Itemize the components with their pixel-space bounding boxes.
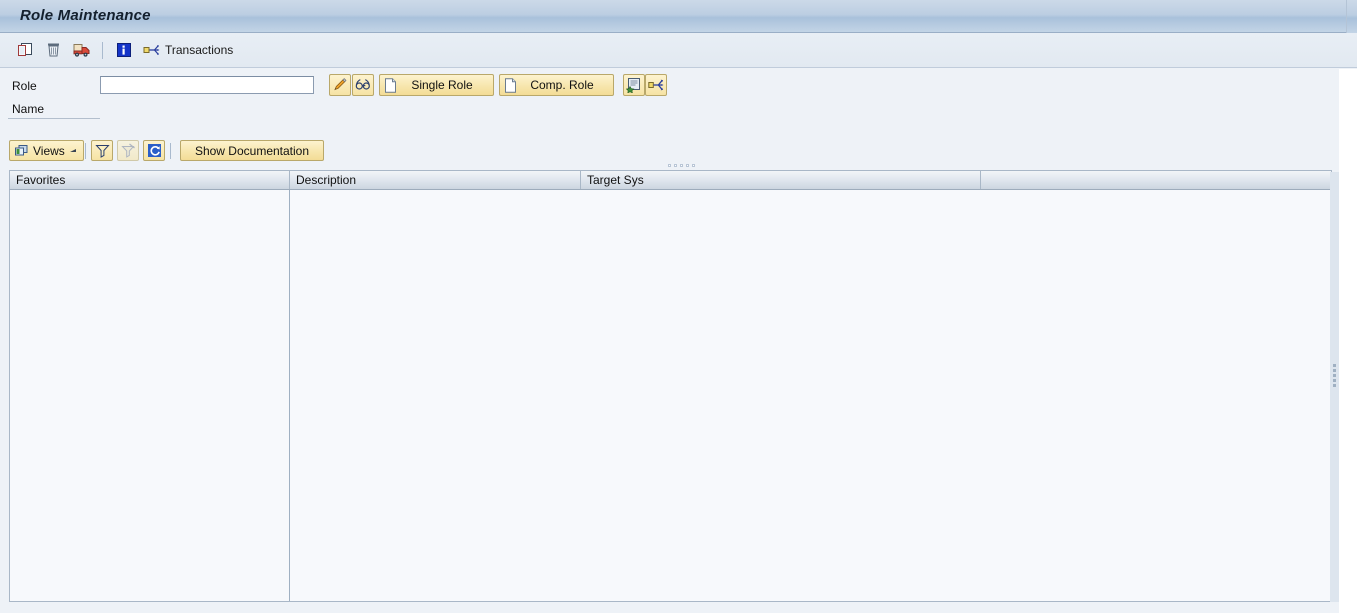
- change-role-button[interactable]: [329, 74, 351, 96]
- name-field-underline: [8, 118, 100, 119]
- name-label: Name: [12, 102, 45, 116]
- grip-dot: [674, 164, 677, 167]
- role-label: Role: [12, 79, 37, 93]
- display-role-button[interactable]: [352, 74, 374, 96]
- info-button[interactable]: [113, 39, 135, 61]
- grip-dot: [686, 164, 689, 167]
- refresh-button[interactable]: [143, 140, 165, 161]
- show-documentation-label: Show Documentation: [194, 143, 310, 158]
- single-role-button[interactable]: Single Role: [379, 74, 494, 96]
- copy-icon: [17, 43, 32, 56]
- main-toolbar: Transactions © www.tutorialkart.com: [0, 33, 1357, 96]
- column-header-target-sys[interactable]: Target Sys: [581, 171, 981, 189]
- column-header-favorites[interactable]: Favorites: [10, 171, 290, 189]
- pencil-icon: [334, 78, 347, 91]
- filter-button[interactable]: [91, 140, 113, 161]
- transactions-button[interactable]: Transactions: [141, 42, 233, 58]
- column-header-description[interactable]: Description: [290, 171, 581, 189]
- glasses-icon: [355, 79, 370, 90]
- toolbar-separator-1: [102, 41, 103, 59]
- transaction-arrows-icon: [143, 45, 160, 55]
- window-title-bar: Role Maintenance: [0, 0, 1346, 33]
- new-document-star-icon: [626, 78, 640, 93]
- right-gutter: [1339, 69, 1357, 613]
- transport-role-button[interactable]: [70, 39, 92, 61]
- table-body[interactable]: [9, 190, 1332, 602]
- transactions-label: Transactions: [165, 43, 234, 57]
- bottom-strip: [0, 603, 1339, 613]
- comp-role-button[interactable]: Comp. Role: [499, 74, 614, 96]
- splitter-dot: [1333, 369, 1336, 372]
- comp-role-label: Comp. Role: [530, 78, 594, 92]
- derive-role-button[interactable]: [645, 74, 667, 96]
- trash-icon: [47, 43, 59, 57]
- document-icon: [385, 77, 396, 93]
- column-rule-1: [289, 190, 290, 601]
- views-label: Views: [33, 143, 65, 158]
- delete-filter-icon: [120, 143, 135, 158]
- create-role-button[interactable]: [623, 74, 645, 96]
- vertical-splitter[interactable]: [1330, 172, 1339, 602]
- truck-icon: [73, 44, 89, 57]
- role-input[interactable]: [100, 76, 314, 94]
- views-toolbar: Views Show Documentation: [0, 140, 1357, 164]
- views-button[interactable]: Views: [9, 140, 84, 161]
- document-icon: [505, 77, 516, 93]
- chevron-down-icon: [69, 149, 76, 152]
- grip-dot: [692, 164, 695, 167]
- grip-dot: [680, 164, 683, 167]
- info-icon: [117, 43, 131, 57]
- table-grip-handle[interactable]: [668, 164, 695, 167]
- filter-icon: [94, 145, 110, 158]
- splitter-dot: [1333, 374, 1336, 377]
- refresh-icon: [147, 144, 161, 157]
- table-header-row: Favorites Description Target Sys: [9, 170, 1332, 190]
- splitter-dot: [1333, 364, 1336, 367]
- page-title: Role Maintenance: [20, 7, 151, 24]
- delete-role-button[interactable]: [42, 39, 64, 61]
- title-bar-right-cap: [1346, 0, 1357, 33]
- show-documentation-button[interactable]: Show Documentation: [180, 140, 324, 161]
- derive-arrows-icon: [648, 79, 664, 91]
- views-separator-1: [85, 143, 86, 159]
- role-form-area: Role Name Single Role Comp. Role: [0, 69, 1357, 137]
- views-stack-icon: [15, 144, 28, 155]
- splitter-grip: [1333, 364, 1336, 387]
- toolbar-icon-group: Transactions: [14, 38, 233, 62]
- favorites-table: Favorites Description Target Sys: [9, 170, 1332, 603]
- splitter-dot: [1333, 379, 1336, 382]
- copy-role-button[interactable]: [14, 39, 36, 61]
- single-role-label: Single Role: [411, 78, 473, 92]
- grip-dot: [668, 164, 671, 167]
- splitter-dot: [1333, 384, 1336, 387]
- sap-role-maintenance-window: Role Maintenance Transactions Role Name …: [0, 0, 1357, 613]
- delete-filter-button[interactable]: [117, 140, 139, 161]
- views-separator-2: [170, 143, 171, 159]
- column-header-blank[interactable]: [981, 171, 1331, 189]
